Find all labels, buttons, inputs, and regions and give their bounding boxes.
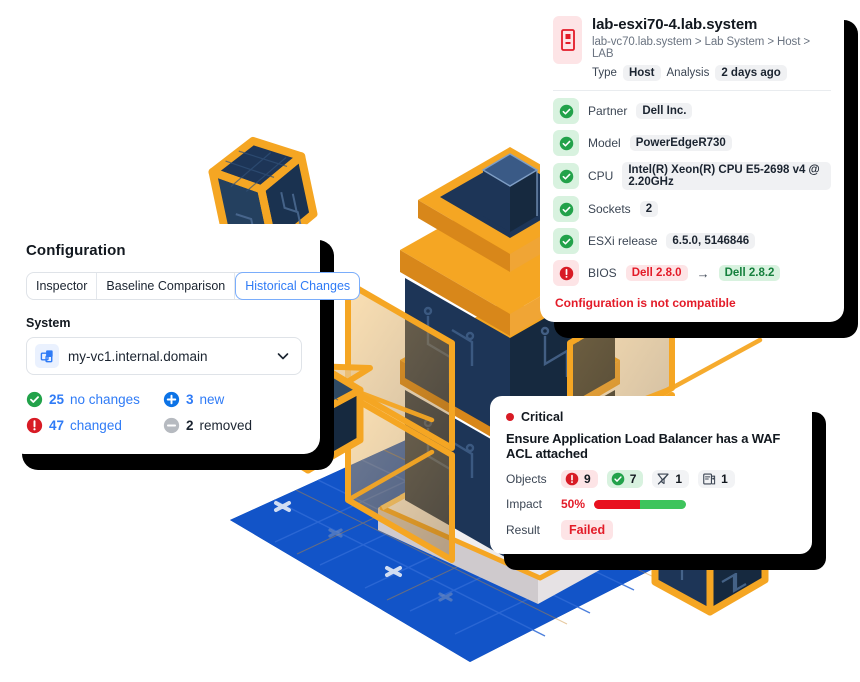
system-select-value: my-vc1.internal.domain <box>68 348 208 364</box>
host-row-sockets-value: 2 <box>639 201 659 217</box>
objects-label: Objects <box>506 472 547 486</box>
host-detail-card: lab-esxi70-4.lab.system lab-vc70.lab.sys… <box>540 4 844 322</box>
tab-historical-changes[interactable]: Historical Changes <box>235 272 361 300</box>
illustration-scene: Configuration Inspector Baseline Compari… <box>0 0 860 682</box>
host-title: lab-esxi70-4.lab.system <box>592 16 758 33</box>
severity-dot-icon <box>506 413 514 421</box>
result-label: Result <box>506 523 541 537</box>
minus-circle-icon <box>163 417 180 434</box>
critical-severity-label: Critical <box>521 410 564 424</box>
objects-failed-pill[interactable]: 9 <box>561 470 598 488</box>
stat-changed: 47 changed <box>26 417 163 434</box>
objects-report-count: 1 <box>721 472 728 486</box>
check-circle-icon <box>553 228 579 254</box>
impact-value: 50% <box>561 497 586 511</box>
host-row-esxi-value: 6.5.0, 5146846 <box>666 233 756 249</box>
result-row: Result Failed <box>506 520 798 540</box>
objects-report-pill[interactable]: 1 <box>698 470 735 488</box>
host-row-bios-from: Dell 2.8.0 <box>625 265 688 281</box>
impact-bar-filled <box>594 499 641 509</box>
vcenter-icon <box>35 344 59 368</box>
change-summary: 25 no changes 3 new 47 changed 2 removed <box>26 391 302 434</box>
impact-bar-remainder <box>640 499 687 509</box>
critical-title: Ensure Application Load Balancer has a W… <box>506 431 781 461</box>
stat-no-changes-count: 25 <box>49 392 65 407</box>
host-row-bios-to: Dell 2.8.2 <box>718 265 781 281</box>
check-circle-icon <box>611 472 624 486</box>
stat-removed: 2 removed <box>163 417 302 434</box>
host-row-model-label: Model <box>588 136 621 150</box>
system-select[interactable]: my-vc1.internal.domain <box>26 337 302 375</box>
exclamation-circle-icon <box>553 260 579 286</box>
impact-row: Impact 50% <box>506 497 798 511</box>
result-status-badge: Failed <box>561 520 614 540</box>
stat-no-changes-label: no changes <box>70 392 140 407</box>
stat-changed-label: changed <box>70 418 122 433</box>
host-meta: Type Host Analysis 2 days ago <box>592 65 831 81</box>
objects-failed-count: 9 <box>584 472 591 486</box>
host-row-model: Model PowerEdgeR730 <box>553 127 831 159</box>
filter-off-icon <box>657 473 669 485</box>
configuration-tabs: Inspector Baseline Comparison Historical… <box>26 272 361 300</box>
plus-circle-icon <box>163 391 180 408</box>
stat-new-count: 3 <box>186 392 194 407</box>
host-type-value: Host <box>622 65 661 81</box>
host-row-cpu-value: Intel(R) Xeon(R) CPU E5-2698 v4 @ 2.20GH… <box>622 162 831 190</box>
check-circle-icon <box>26 391 43 408</box>
configuration-card: Configuration Inspector Baseline Compari… <box>8 224 361 454</box>
objects-excluded-count: 1 <box>675 472 683 486</box>
objects-passed-pill[interactable]: 7 <box>606 470 644 488</box>
chevron-down-icon[interactable] <box>275 348 291 364</box>
stat-removed-count: 2 <box>186 418 194 433</box>
stat-new-label: new <box>199 392 225 407</box>
tab-baseline-comparison[interactable]: Baseline Comparison <box>97 273 236 299</box>
objects-passed-count: 7 <box>629 472 637 486</box>
host-row-partner: Partner Dell Inc. <box>553 95 831 127</box>
check-circle-icon <box>553 130 579 156</box>
host-row-model-value: PowerEdgeR730 <box>629 135 732 151</box>
report-icon <box>703 473 716 485</box>
host-analysis-value: 2 days ago <box>715 65 787 81</box>
host-row-partner-value: Dell Inc. <box>636 103 693 119</box>
host-row-cpu-label: CPU <box>588 169 614 183</box>
host-row-esxi-release: ESXi release 6.5.0, 5146846 <box>553 225 831 257</box>
host-header: lab-esxi70-4.lab.system lab-vc70.lab.sys… <box>553 16 831 81</box>
server-host-icon <box>553 16 582 64</box>
server-host-icon-glyph <box>560 29 575 51</box>
tab-inspector[interactable]: Inspector <box>27 273 98 299</box>
check-circle-icon <box>553 163 579 189</box>
host-row-esxi-label: ESXi release <box>588 234 658 248</box>
impact-bar <box>594 499 687 509</box>
stat-new: 3 new <box>163 391 302 408</box>
host-row-sockets: Sockets 2 <box>553 193 831 225</box>
impact-label: Impact <box>506 497 543 511</box>
exclamation-circle-icon <box>26 417 43 434</box>
host-row-bios: BIOS Dell 2.8.0 → Dell 2.8.2 <box>553 257 831 289</box>
vcenter-icon-glyph <box>40 349 53 362</box>
host-warning-text: Configuration is not compatible <box>555 296 736 310</box>
stat-changed-count: 47 <box>49 418 65 433</box>
stat-no-changes: 25 no changes <box>26 391 163 408</box>
critical-finding-card: Critical Ensure Application Load Balance… <box>490 396 812 554</box>
check-circle-icon <box>553 196 579 222</box>
objects-row: Objects 9 7 1 1 <box>506 470 798 488</box>
host-row-partner-label: Partner <box>588 104 628 118</box>
host-row-bios-label: BIOS <box>588 266 617 280</box>
host-analysis-label: Analysis <box>666 67 710 79</box>
host-breadcrumb: lab-vc70.lab.system > Lab System > Host … <box>592 36 811 60</box>
objects-excluded-pill[interactable]: 1 <box>652 470 690 488</box>
stat-removed-label: removed <box>199 418 253 433</box>
critical-severity-row: Critical <box>506 410 798 424</box>
host-type-label: Type <box>592 67 617 79</box>
exclamation-circle-icon <box>565 472 579 486</box>
check-circle-icon <box>553 98 579 124</box>
system-label: System <box>26 316 71 330</box>
host-row-sockets-label: Sockets <box>588 202 631 216</box>
host-row-cpu: CPU Intel(R) Xeon(R) CPU E5-2698 v4 @ 2.… <box>553 159 831 193</box>
configuration-title: Configuration <box>26 242 126 259</box>
arrow-right-icon: → <box>696 265 710 281</box>
host-divider <box>553 90 831 91</box>
